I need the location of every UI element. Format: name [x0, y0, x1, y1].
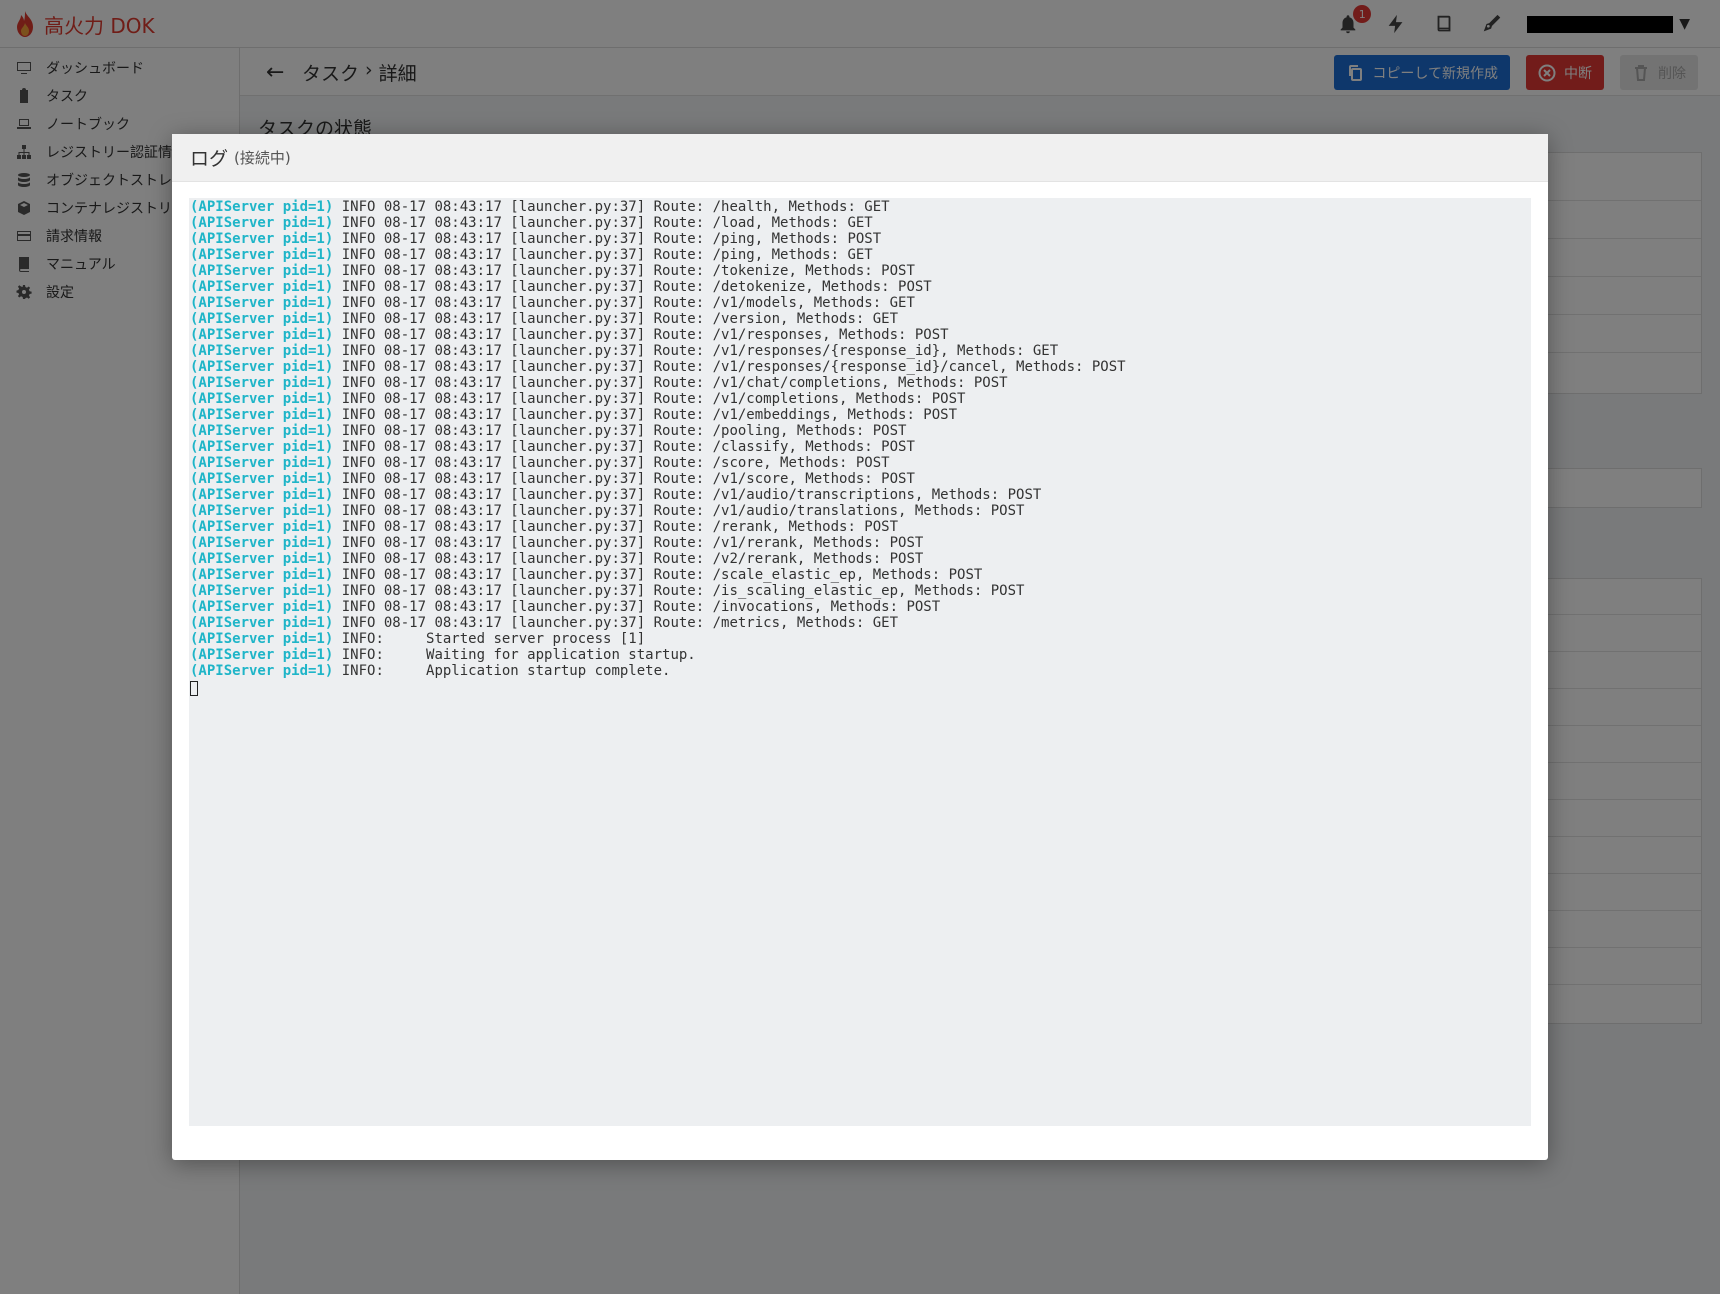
modal-title: ログ — [190, 148, 229, 170]
log-line-prefix: (APIServer pid=1) — [190, 439, 334, 455]
log-line-prefix: (APIServer pid=1) — [190, 343, 334, 359]
log-line-prefix: (APIServer pid=1) — [190, 487, 334, 503]
log-line-prefix: (APIServer pid=1) — [190, 583, 334, 599]
log-line: (APIServer pid=1) INFO 08-17 08:43:17 [l… — [190, 535, 1530, 551]
log-line: (APIServer pid=1) INFO 08-17 08:43:17 [l… — [190, 503, 1530, 519]
log-line-prefix: (APIServer pid=1) — [190, 471, 334, 487]
log-line-prefix: (APIServer pid=1) — [190, 247, 334, 263]
log-line: (APIServer pid=1) INFO 08-17 08:43:17 [l… — [190, 311, 1530, 327]
log-line: (APIServer pid=1) INFO: Waiting for appl… — [190, 647, 1530, 663]
log-line: (APIServer pid=1) INFO 08-17 08:43:17 [l… — [190, 423, 1530, 439]
log-line-text: INFO 08-17 08:43:17 [launcher.py:37] Rou… — [333, 519, 899, 535]
log-line-text: INFO 08-17 08:43:17 [launcher.py:37] Rou… — [333, 199, 890, 215]
log-line-text: INFO 08-17 08:43:17 [launcher.py:37] Rou… — [333, 615, 899, 631]
log-line-prefix: (APIServer pid=1) — [190, 551, 334, 567]
log-line-prefix: (APIServer pid=1) — [190, 375, 334, 391]
log-line-text: INFO: Started server process [1] — [333, 631, 646, 647]
log-line-prefix: (APIServer pid=1) — [190, 535, 334, 551]
log-line-prefix: (APIServer pid=1) — [190, 423, 334, 439]
log-line-prefix: (APIServer pid=1) — [190, 311, 334, 327]
log-line-text: INFO 08-17 08:43:17 [launcher.py:37] Rou… — [333, 407, 958, 423]
log-line-prefix: (APIServer pid=1) — [190, 631, 334, 647]
log-line-text: INFO 08-17 08:43:17 [launcher.py:37] Rou… — [333, 359, 1126, 375]
log-output[interactable]: (APIServer pid=1) INFO 08-17 08:43:17 [l… — [189, 198, 1531, 1126]
log-line-text: INFO 08-17 08:43:17 [launcher.py:37] Rou… — [333, 279, 932, 295]
log-line: (APIServer pid=1) INFO 08-17 08:43:17 [l… — [190, 327, 1530, 343]
log-line-text: INFO 08-17 08:43:17 [launcher.py:37] Rou… — [333, 503, 1025, 519]
log-line: (APIServer pid=1) INFO 08-17 08:43:17 [l… — [190, 391, 1530, 407]
log-line-prefix: (APIServer pid=1) — [190, 215, 334, 231]
log-line-text: INFO 08-17 08:43:17 [launcher.py:37] Rou… — [333, 535, 924, 551]
log-line: (APIServer pid=1) INFO 08-17 08:43:17 [l… — [190, 295, 1530, 311]
log-line: (APIServer pid=1) INFO 08-17 08:43:17 [l… — [190, 519, 1530, 535]
log-line-prefix: (APIServer pid=1) — [190, 519, 334, 535]
log-line-text: INFO 08-17 08:43:17 [launcher.py:37] Rou… — [333, 599, 941, 615]
log-line-text: INFO 08-17 08:43:17 [launcher.py:37] Rou… — [333, 311, 899, 327]
log-line-text: INFO 08-17 08:43:17 [launcher.py:37] Rou… — [333, 487, 1042, 503]
log-line: (APIServer pid=1) INFO 08-17 08:43:17 [l… — [190, 471, 1530, 487]
log-line: (APIServer pid=1) INFO 08-17 08:43:17 [l… — [190, 599, 1530, 615]
log-line: (APIServer pid=1) INFO 08-17 08:43:17 [l… — [190, 279, 1530, 295]
log-line-prefix: (APIServer pid=1) — [190, 567, 334, 583]
log-line-text: INFO 08-17 08:43:17 [launcher.py:37] Rou… — [333, 263, 915, 279]
log-line-prefix: (APIServer pid=1) — [190, 615, 334, 631]
log-line: (APIServer pid=1) INFO 08-17 08:43:17 [l… — [190, 343, 1530, 359]
log-line-text: INFO 08-17 08:43:17 [launcher.py:37] Rou… — [333, 391, 966, 407]
log-line-prefix: (APIServer pid=1) — [190, 359, 334, 375]
log-line-prefix: (APIServer pid=1) — [190, 295, 334, 311]
log-line: (APIServer pid=1) INFO 08-17 08:43:17 [l… — [190, 455, 1530, 471]
log-line-text: INFO 08-17 08:43:17 [launcher.py:37] Rou… — [333, 583, 1025, 599]
log-line-prefix: (APIServer pid=1) — [190, 503, 334, 519]
log-line: (APIServer pid=1) INFO 08-17 08:43:17 [l… — [190, 439, 1530, 455]
log-line: (APIServer pid=1) INFO 08-17 08:43:17 [l… — [190, 615, 1530, 631]
log-line: (APIServer pid=1) INFO: Application star… — [190, 663, 1530, 679]
log-line-text: INFO 08-17 08:43:17 [launcher.py:37] Rou… — [333, 471, 915, 487]
log-line-text: INFO 08-17 08:43:17 [launcher.py:37] Rou… — [333, 439, 915, 455]
terminal-cursor — [190, 681, 198, 696]
log-line-text: INFO 08-17 08:43:17 [launcher.py:37] Rou… — [333, 423, 907, 439]
log-line-text: INFO 08-17 08:43:17 [launcher.py:37] Rou… — [333, 295, 915, 311]
log-line-text: INFO 08-17 08:43:17 [launcher.py:37] Rou… — [333, 551, 924, 567]
log-line-prefix: (APIServer pid=1) — [190, 199, 334, 215]
log-line-text: INFO: Waiting for application startup. — [333, 647, 696, 663]
log-line-text: INFO 08-17 08:43:17 [launcher.py:37] Rou… — [333, 327, 949, 343]
log-line-text: INFO 08-17 08:43:17 [launcher.py:37] Rou… — [333, 375, 1008, 391]
log-line-text: INFO 08-17 08:43:17 [launcher.py:37] Rou… — [333, 215, 873, 231]
log-modal: ログ (接続中) (APIServer pid=1) INFO 08-17 08… — [172, 134, 1548, 1160]
log-line-prefix: (APIServer pid=1) — [190, 263, 334, 279]
log-line: (APIServer pid=1) INFO 08-17 08:43:17 [l… — [190, 375, 1530, 391]
log-line: (APIServer pid=1) INFO 08-17 08:43:17 [l… — [190, 263, 1530, 279]
log-line: (APIServer pid=1) INFO 08-17 08:43:17 [l… — [190, 199, 1530, 215]
log-line: (APIServer pid=1) INFO: Started server p… — [190, 631, 1530, 647]
log-line-prefix: (APIServer pid=1) — [190, 391, 334, 407]
log-line-prefix: (APIServer pid=1) — [190, 663, 334, 679]
connection-status: (接続中) — [234, 149, 291, 167]
log-line-text: INFO 08-17 08:43:17 [launcher.py:37] Rou… — [333, 343, 1059, 359]
log-line: (APIServer pid=1) INFO 08-17 08:43:17 [l… — [190, 247, 1530, 263]
log-line-prefix: (APIServer pid=1) — [190, 407, 334, 423]
log-line-text: INFO 08-17 08:43:17 [launcher.py:37] Rou… — [333, 567, 983, 583]
log-line: (APIServer pid=1) INFO 08-17 08:43:17 [l… — [190, 567, 1530, 583]
modal-header: ログ (接続中) — [172, 134, 1548, 182]
log-line-prefix: (APIServer pid=1) — [190, 327, 334, 343]
log-line: (APIServer pid=1) INFO 08-17 08:43:17 [l… — [190, 215, 1530, 231]
log-line-prefix: (APIServer pid=1) — [190, 279, 334, 295]
log-line-text: INFO 08-17 08:43:17 [launcher.py:37] Rou… — [333, 247, 873, 263]
log-line-text: INFO 08-17 08:43:17 [launcher.py:37] Rou… — [333, 231, 882, 247]
log-line-prefix: (APIServer pid=1) — [190, 647, 334, 663]
log-line-prefix: (APIServer pid=1) — [190, 599, 334, 615]
log-line: (APIServer pid=1) INFO 08-17 08:43:17 [l… — [190, 359, 1530, 375]
log-line-prefix: (APIServer pid=1) — [190, 455, 334, 471]
log-line: (APIServer pid=1) INFO 08-17 08:43:17 [l… — [190, 487, 1530, 503]
log-line-prefix: (APIServer pid=1) — [190, 231, 334, 247]
log-line: (APIServer pid=1) INFO 08-17 08:43:17 [l… — [190, 551, 1530, 567]
log-line: (APIServer pid=1) INFO 08-17 08:43:17 [l… — [190, 407, 1530, 423]
log-line-text: INFO 08-17 08:43:17 [launcher.py:37] Rou… — [333, 455, 890, 471]
log-line: (APIServer pid=1) INFO 08-17 08:43:17 [l… — [190, 583, 1530, 599]
log-line-text: INFO: Application startup complete. — [333, 663, 671, 679]
log-line: (APIServer pid=1) INFO 08-17 08:43:17 [l… — [190, 231, 1530, 247]
log-cursor-line — [190, 679, 1530, 696]
